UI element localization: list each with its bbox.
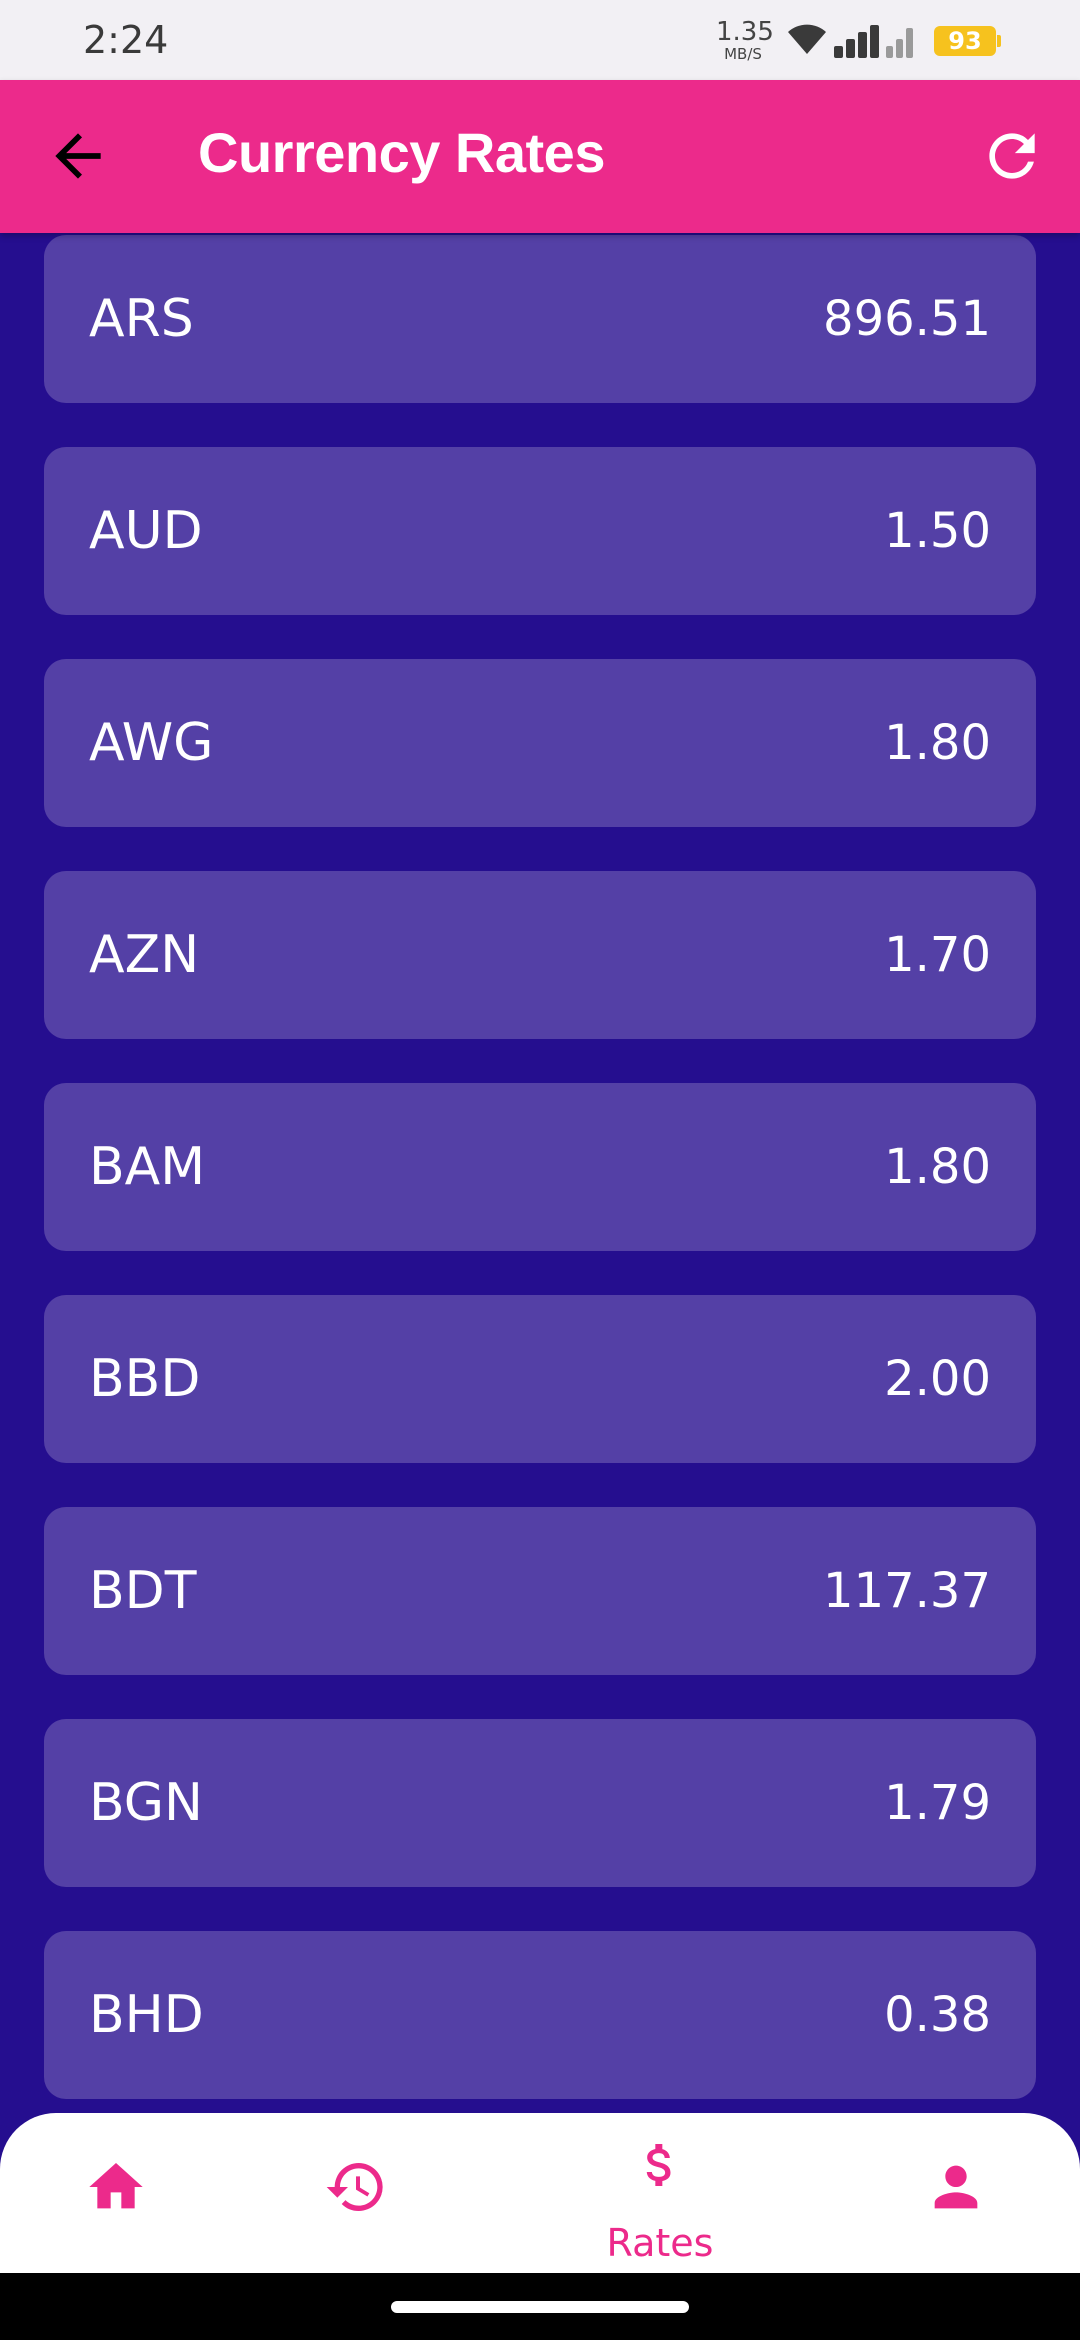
refresh-icon <box>989 133 1035 179</box>
network-speed: 1.35 MB/S <box>716 17 774 63</box>
network-speed-value: 1.35 <box>716 17 774 47</box>
dollar-icon <box>646 2144 671 2186</box>
currency-rate: 896.51 <box>823 291 991 347</box>
nav-profile-button[interactable] <box>920 2113 1000 2273</box>
list-item[interactable]: AZN 1.70 <box>44 871 1036 1039</box>
nav-rates-button[interactable]: Rates <box>590 2113 730 2273</box>
network-speed-unit: MB/S <box>724 45 762 63</box>
currency-rate: 2.00 <box>884 1351 991 1407</box>
currency-code: BBD <box>89 1349 201 1409</box>
history-icon <box>326 2163 383 2211</box>
list-item[interactable]: ARS 896.51 <box>44 235 1036 403</box>
list-item[interactable]: BHD 0.38 <box>44 1931 1036 2099</box>
currency-rate: 0.38 <box>884 1987 991 2043</box>
list-item[interactable]: BAM 1.80 <box>44 1083 1036 1251</box>
nav-history-button[interactable] <box>320 2113 400 2273</box>
arrow-back-icon <box>55 133 101 179</box>
list-item[interactable]: AUD 1.50 <box>44 447 1036 615</box>
app-bar: Currency Rates <box>0 80 1080 233</box>
signal-icon <box>834 25 913 58</box>
currency-code: AZN <box>89 925 200 985</box>
wifi-icon <box>788 24 826 54</box>
currency-rate: 1.50 <box>884 503 991 559</box>
list-item[interactable]: AWG 1.80 <box>44 659 1036 827</box>
list-item[interactable]: BGN 1.79 <box>44 1719 1036 1887</box>
nav-rates-label: Rates <box>606 2221 714 2265</box>
status-bar: 2:24 1.35 MB/S 93 <box>0 0 1080 80</box>
back-button[interactable] <box>44 122 112 190</box>
currency-rate: 1.80 <box>884 715 991 771</box>
bottom-nav: Rates <box>0 2113 1080 2273</box>
nav-home-button[interactable] <box>80 2113 160 2273</box>
battery-indicator: 93 <box>934 26 996 56</box>
gesture-area <box>0 2273 1080 2340</box>
home-indicator[interactable] <box>391 2301 689 2313</box>
currency-code: BAM <box>89 1137 206 1197</box>
rates-list[interactable]: ARS 896.51 AUD 1.50 AWG 1.80 AZN 1.70 BA… <box>0 233 1080 2113</box>
currency-rate: 1.79 <box>884 1775 991 1831</box>
currency-code: BDT <box>89 1561 197 1621</box>
currency-code: AUD <box>89 501 203 561</box>
currency-rate: 1.80 <box>884 1139 991 1195</box>
list-item[interactable]: BDT 117.37 <box>44 1507 1036 1675</box>
page-title: Currency Rates <box>198 121 605 184</box>
currency-rate: 1.70 <box>884 927 991 983</box>
currency-code: BHD <box>89 1985 204 2045</box>
currency-rate: 117.37 <box>823 1563 991 1619</box>
refresh-button[interactable] <box>978 122 1046 190</box>
battery-tip <box>997 35 1001 47</box>
home-icon <box>89 2163 143 2209</box>
currency-code: AWG <box>89 713 214 773</box>
person-icon <box>934 2165 978 2209</box>
currency-code: ARS <box>89 289 194 349</box>
list-item[interactable]: BBD 2.00 <box>44 1295 1036 1463</box>
status-time: 2:24 <box>83 18 169 62</box>
currency-code: BGN <box>89 1773 203 1833</box>
